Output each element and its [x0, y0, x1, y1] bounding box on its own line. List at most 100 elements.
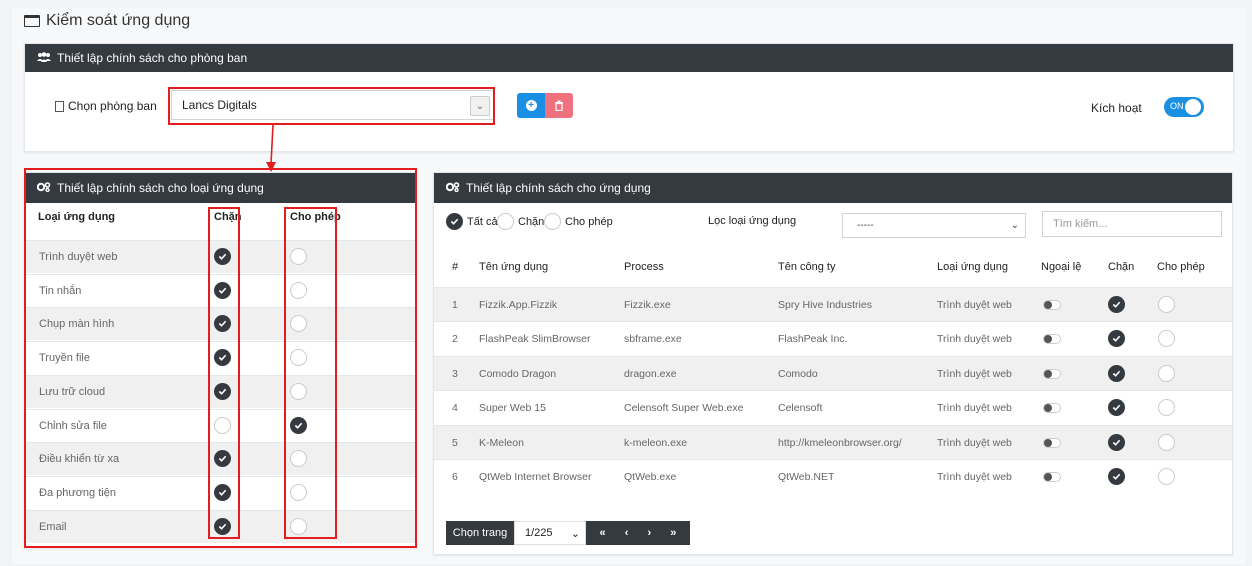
col-block: Chặn: [1108, 261, 1135, 273]
cogs-icon: [445, 181, 460, 195]
toggle-knob: [1044, 301, 1052, 309]
dept-policy-title: Thiết lập chính sách cho phòng ban: [57, 51, 248, 65]
filter-block[interactable]: Chặn: [497, 213, 544, 230]
chevron-down-icon: ⌄: [1010, 220, 1019, 231]
col-app-type: Loại ứng dụng: [937, 261, 1008, 273]
app-policy-header: Thiết lập chính sách cho ứng dụng: [434, 173, 1232, 203]
allow-checkbox[interactable]: [1158, 433, 1175, 451]
allow-checkbox[interactable]: [1158, 296, 1175, 313]
filter-all-label: Tất cả: [467, 215, 498, 228]
dept-select-highlight: [168, 87, 495, 125]
filter-allow[interactable]: Cho phép: [544, 213, 613, 230]
toggle-knob: [1044, 369, 1052, 378]
exception-toggle[interactable]: [1043, 368, 1061, 379]
cell-num: 2: [452, 333, 458, 346]
col-process: Process: [624, 261, 664, 273]
cell-name: FlashPeak SlimBrowser: [479, 333, 591, 346]
cell-name: QtWeb Internet Browser: [479, 471, 592, 483]
dept-select-label: Chọn phòng ban: [55, 99, 157, 113]
trash-icon: [555, 100, 563, 111]
last-page-button[interactable]: »: [670, 527, 676, 539]
page-select-value: 1/225: [525, 527, 553, 539]
toggle-knob: [1185, 99, 1201, 115]
cell-process: sbframe.exe: [624, 333, 682, 346]
filter-block-label: Chặn: [518, 215, 545, 228]
col-allow: Cho phép: [1157, 261, 1205, 273]
filter-allow-label: Cho phép: [565, 215, 613, 228]
allow-column-highlight: [284, 207, 337, 539]
block-checkbox[interactable]: [1108, 364, 1125, 382]
cell-company: Spry Hive Industries: [778, 299, 872, 311]
first-page-button[interactable]: «: [600, 527, 606, 539]
block-checkbox[interactable]: [1108, 433, 1125, 451]
cell-process: Celensoft Super Web.exe: [624, 402, 744, 415]
exception-toggle[interactable]: [1043, 334, 1061, 345]
annotation-arrow: [266, 124, 276, 172]
cell-num: 3: [452, 367, 458, 380]
cell-company: QtWeb.NET: [778, 471, 835, 483]
pager-label: Chọn trang: [446, 521, 514, 545]
cell-type: Trình duyệt web: [937, 471, 1012, 483]
prev-page-button[interactable]: ‹: [625, 527, 629, 539]
exception-toggle[interactable]: [1043, 403, 1061, 414]
dept-select-label-text: Chọn phòng ban: [68, 99, 157, 113]
cell-num: 4: [452, 402, 458, 415]
exception-toggle[interactable]: [1043, 300, 1061, 310]
block-checkbox[interactable]: [1108, 296, 1125, 313]
cell-process: QtWeb.exe: [624, 471, 677, 483]
app-policy-title: Thiết lập chính sách cho ứng dụng: [466, 181, 651, 195]
allow-checkbox[interactable]: [1158, 468, 1175, 485]
cell-company: FlashPeak Inc.: [778, 333, 848, 346]
page-title: Kiểm soát ứng dụng: [24, 12, 190, 30]
filter-all[interactable]: Tất cả: [446, 213, 498, 230]
search-input[interactable]: Tìm kiếm...: [1042, 211, 1222, 237]
cell-name: K-Meleon: [479, 436, 524, 449]
cell-company: Comodo: [778, 367, 818, 380]
radio-icon: [497, 213, 514, 230]
type-filter-value: -----: [857, 220, 874, 231]
type-filter-select[interactable]: ----- ⌄: [842, 213, 1026, 238]
activate-toggle[interactable]: ON: [1164, 97, 1204, 117]
cell-type: Trình duyệt web: [937, 333, 1012, 346]
cell-name: Comodo Dragon: [479, 367, 557, 380]
window-icon: [24, 15, 40, 27]
radio-checked-icon: [446, 213, 463, 230]
cell-process: dragon.exe: [624, 367, 677, 380]
building-icon: [55, 100, 64, 112]
search-placeholder: Tìm kiếm...: [1053, 218, 1108, 230]
col-num: #: [452, 261, 459, 273]
cell-type: Trình duyệt web: [937, 367, 1012, 380]
plus-circle-icon: +: [525, 100, 537, 111]
col-app-name: Tên ứng dụng: [479, 261, 549, 273]
activate-label: Kích hoạt: [1091, 101, 1142, 115]
type-filter-label: Lọc loại ứng dụng: [708, 215, 797, 227]
cell-type: Trình duyệt web: [937, 436, 1012, 449]
users-icon: [37, 51, 51, 65]
cell-name: Fizzik.App.Fizzik: [479, 299, 558, 311]
radio-icon: [544, 213, 561, 230]
toggle-knob: [1044, 473, 1052, 481]
add-dept-button[interactable]: +: [517, 93, 545, 118]
cell-company: Celensoft: [778, 402, 823, 415]
block-checkbox[interactable]: [1108, 468, 1125, 485]
page-select[interactable]: 1/225 ⌄: [514, 521, 586, 545]
cell-num: 1: [452, 299, 458, 311]
dept-policy-header: Thiết lập chính sách cho phòng ban: [25, 44, 1233, 72]
col-company: Tên công ty: [778, 261, 836, 273]
col-exception: Ngoại lệ: [1041, 261, 1082, 273]
cell-process: Fizzik.exe: [624, 299, 671, 311]
cell-type: Trình duyệt web: [937, 402, 1012, 415]
cell-process: k-meleon.exe: [624, 436, 688, 449]
toggle-knob: [1044, 438, 1052, 447]
allow-checkbox[interactable]: [1158, 364, 1175, 382]
cell-num: 5: [452, 436, 458, 449]
exception-toggle[interactable]: [1043, 472, 1061, 482]
cell-num: 6: [452, 471, 458, 483]
next-page-button[interactable]: ›: [648, 527, 652, 539]
toggle-knob: [1044, 335, 1052, 344]
delete-dept-button[interactable]: [545, 93, 573, 118]
block-column-highlight: [208, 207, 240, 539]
toggle-knob: [1044, 404, 1052, 413]
exception-toggle[interactable]: [1043, 437, 1061, 448]
page-title-text: Kiểm soát ứng dụng: [46, 12, 191, 29]
